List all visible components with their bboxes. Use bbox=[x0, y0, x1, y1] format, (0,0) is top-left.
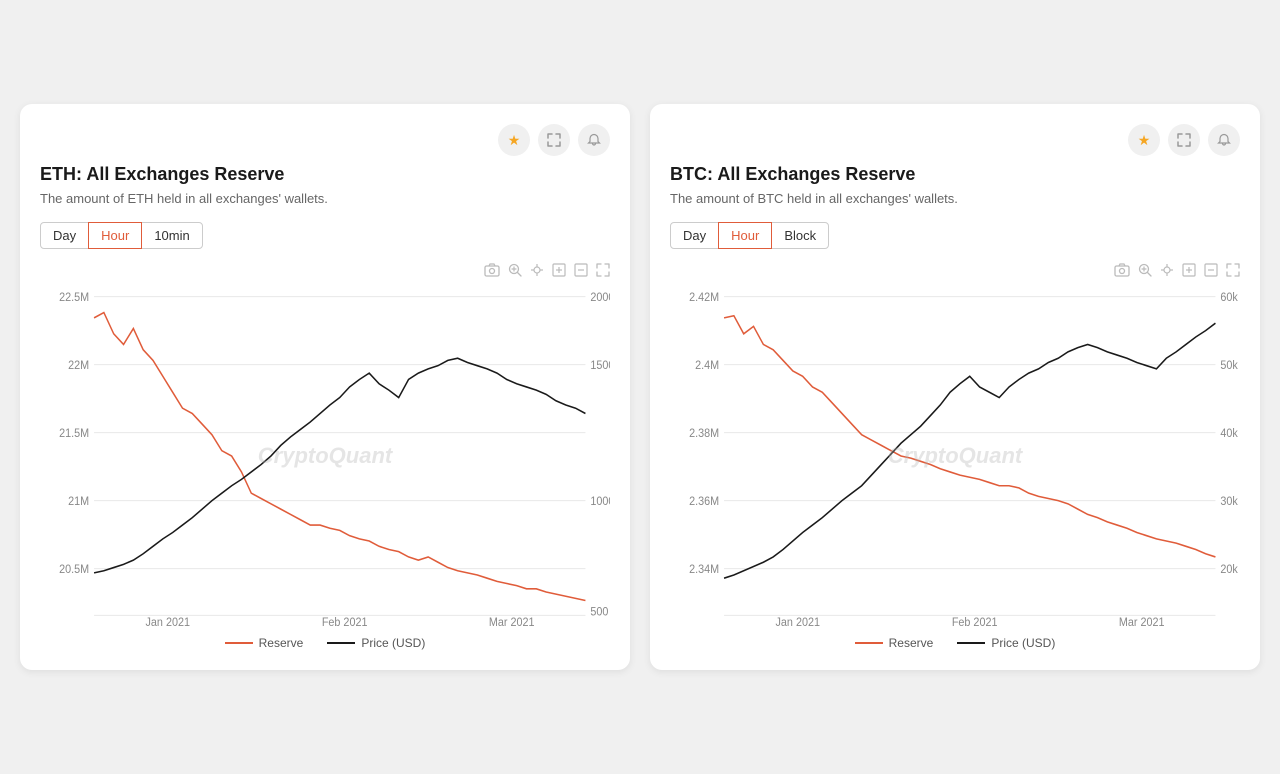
btc-legend-price: Price (USD) bbox=[957, 636, 1055, 650]
svg-text:2.42M: 2.42M bbox=[689, 292, 719, 304]
svg-text:Feb 2021: Feb 2021 bbox=[322, 617, 368, 626]
svg-text:22M: 22M bbox=[68, 360, 89, 372]
svg-text:2.36M: 2.36M bbox=[689, 496, 719, 508]
eth-time-day[interactable]: Day bbox=[40, 222, 89, 249]
svg-text:Jan 2021: Jan 2021 bbox=[776, 617, 820, 626]
btc-chart-toolbar bbox=[670, 263, 1240, 282]
eth-expand-button[interactable] bbox=[538, 124, 570, 156]
svg-text:Jan 2021: Jan 2021 bbox=[146, 617, 190, 626]
svg-text:2.38M: 2.38M bbox=[689, 428, 719, 440]
btc-add-icon[interactable] bbox=[1182, 263, 1196, 282]
svg-text:2000: 2000 bbox=[590, 292, 610, 304]
btc-time-buttons: Day Hour Block bbox=[670, 222, 1240, 249]
svg-text:500: 500 bbox=[590, 606, 608, 618]
svg-text:1000: 1000 bbox=[590, 496, 610, 508]
btc-time-hour[interactable]: Hour bbox=[718, 222, 772, 249]
eth-chart-svg: 22.5M 22M 21.5M 21M 20.5M 2000 1500 1000… bbox=[40, 286, 610, 626]
btc-card-header: ★ bbox=[670, 124, 1240, 156]
svg-text:2.34M: 2.34M bbox=[689, 564, 719, 576]
btc-chart-svg: 2.42M 2.4M 2.38M 2.36M 2.34M 60k 50k 40k… bbox=[670, 286, 1240, 626]
eth-price-label: Price (USD) bbox=[361, 636, 425, 650]
eth-legend: Reserve Price (USD) bbox=[40, 636, 610, 650]
svg-text:20k: 20k bbox=[1220, 564, 1238, 576]
svg-text:21M: 21M bbox=[68, 496, 89, 508]
svg-text:21.5M: 21.5M bbox=[59, 428, 89, 440]
btc-title: BTC: All Exchanges Reserve bbox=[670, 164, 1240, 185]
btc-minus-icon[interactable] bbox=[1204, 263, 1218, 282]
btc-crosshair-icon[interactable] bbox=[1160, 263, 1174, 282]
btc-bell-button[interactable] bbox=[1208, 124, 1240, 156]
eth-chart-toolbar bbox=[40, 263, 610, 282]
btc-legend-reserve: Reserve bbox=[855, 636, 934, 650]
btc-time-day[interactable]: Day bbox=[670, 222, 719, 249]
btc-camera-icon[interactable] bbox=[1114, 263, 1130, 282]
eth-legend-reserve: Reserve bbox=[225, 636, 304, 650]
btc-reserve-label: Reserve bbox=[889, 636, 934, 650]
btc-fullscreen-icon[interactable] bbox=[1226, 263, 1240, 282]
eth-fullscreen-icon[interactable] bbox=[596, 263, 610, 282]
btc-card: ★ BTC: All Exchanges Reserve The amount … bbox=[650, 104, 1260, 670]
svg-text:Mar 2021: Mar 2021 bbox=[1119, 617, 1165, 626]
eth-price-line bbox=[327, 642, 355, 644]
svg-text:20.5M: 20.5M bbox=[59, 564, 89, 576]
eth-card-header: ★ bbox=[40, 124, 610, 156]
eth-desc: The amount of ETH held in all exchanges'… bbox=[40, 191, 610, 206]
eth-add-icon[interactable] bbox=[552, 263, 566, 282]
svg-text:60k: 60k bbox=[1220, 292, 1238, 304]
btc-desc: The amount of BTC held in all exchanges'… bbox=[670, 191, 1240, 206]
eth-zoom-icon[interactable] bbox=[508, 263, 522, 282]
eth-crosshair-icon[interactable] bbox=[530, 263, 544, 282]
eth-star-button[interactable]: ★ bbox=[498, 124, 530, 156]
btc-zoom-icon[interactable] bbox=[1138, 263, 1152, 282]
eth-camera-icon[interactable] bbox=[484, 263, 500, 282]
eth-reserve-label: Reserve bbox=[259, 636, 304, 650]
svg-text:Feb 2021: Feb 2021 bbox=[952, 617, 998, 626]
eth-title: ETH: All Exchanges Reserve bbox=[40, 164, 610, 185]
svg-text:40k: 40k bbox=[1220, 428, 1238, 440]
btc-star-button[interactable]: ★ bbox=[1128, 124, 1160, 156]
svg-text:50k: 50k bbox=[1220, 360, 1238, 372]
btc-chart: CryptoQuant 2.42M 2.4M 2.38M 2.36M 2.34M… bbox=[670, 286, 1240, 626]
btc-price-label: Price (USD) bbox=[991, 636, 1055, 650]
svg-text:22.5M: 22.5M bbox=[59, 292, 89, 304]
eth-legend-price: Price (USD) bbox=[327, 636, 425, 650]
btc-price-line bbox=[957, 642, 985, 644]
btc-time-block[interactable]: Block bbox=[771, 222, 829, 249]
btc-expand-button[interactable] bbox=[1168, 124, 1200, 156]
main-container: ★ ETH: All Exchanges Reserve The amount … bbox=[20, 104, 1260, 670]
eth-card: ★ ETH: All Exchanges Reserve The amount … bbox=[20, 104, 630, 670]
svg-text:30k: 30k bbox=[1220, 496, 1238, 508]
eth-reserve-line bbox=[225, 642, 253, 644]
btc-reserve-line bbox=[855, 642, 883, 644]
eth-time-10min[interactable]: 10min bbox=[141, 222, 202, 249]
eth-minus-icon[interactable] bbox=[574, 263, 588, 282]
svg-text:1500: 1500 bbox=[590, 360, 610, 372]
eth-bell-button[interactable] bbox=[578, 124, 610, 156]
btc-legend: Reserve Price (USD) bbox=[670, 636, 1240, 650]
eth-chart: CryptoQuant 22.5M 22M 21.5M 21M 20.5M 20… bbox=[40, 286, 610, 626]
eth-time-hour[interactable]: Hour bbox=[88, 222, 142, 249]
svg-text:Mar 2021: Mar 2021 bbox=[489, 617, 535, 626]
svg-text:2.4M: 2.4M bbox=[695, 360, 719, 372]
eth-time-buttons: Day Hour 10min bbox=[40, 222, 610, 249]
